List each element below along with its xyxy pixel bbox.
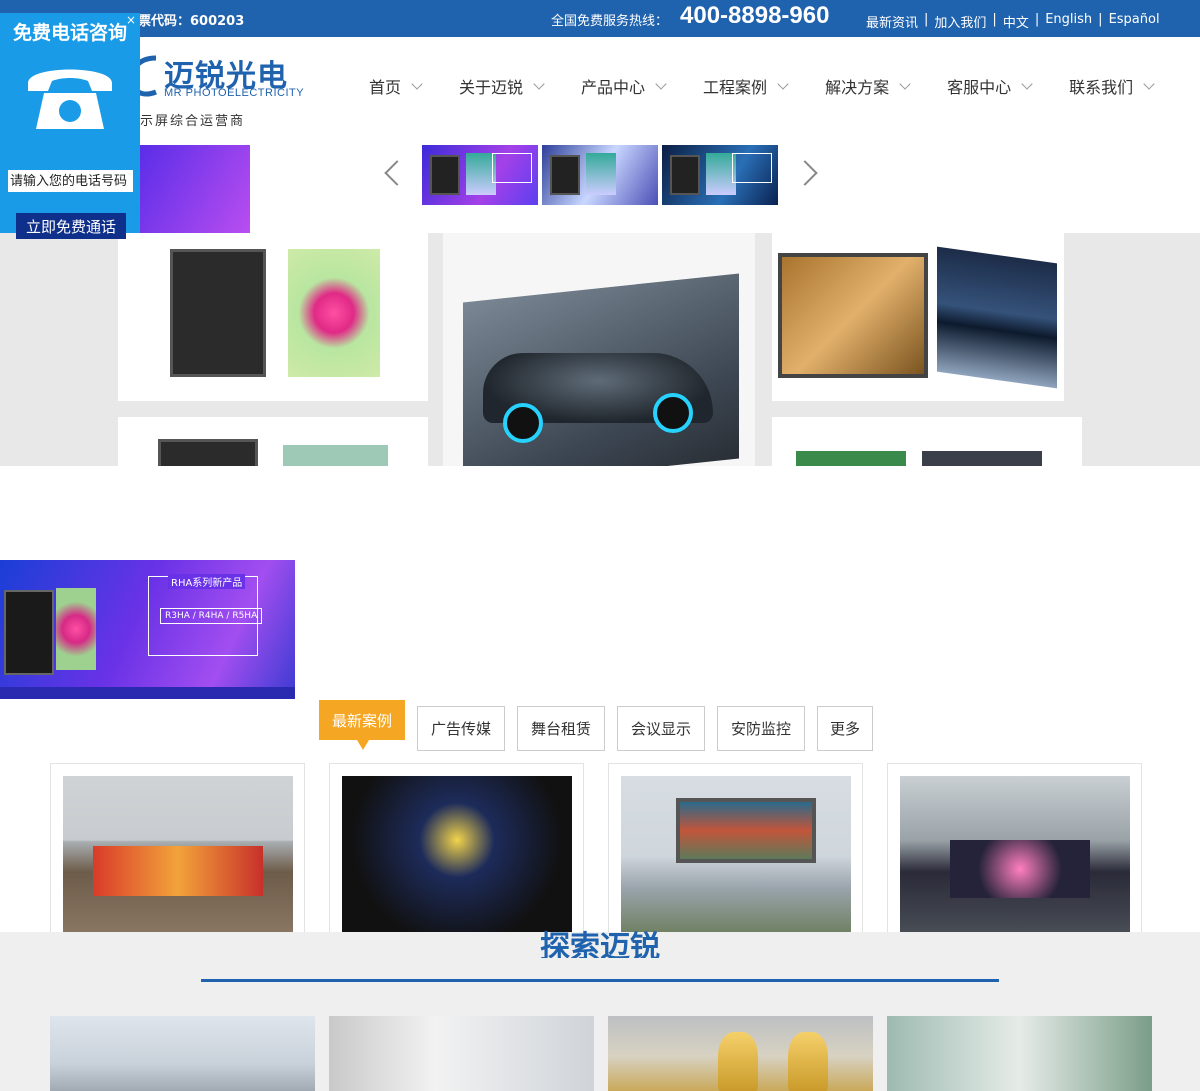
- product-card[interactable]: [772, 233, 1064, 401]
- top-bar: 票代码：600203 全国免费服务热线： 400-8898-960 最新资讯 | …: [0, 0, 1200, 37]
- case-card[interactable]: [887, 763, 1142, 933]
- nav-contact[interactable]: 联系我们: [1069, 74, 1155, 98]
- nav-home[interactable]: 首页: [369, 74, 423, 98]
- nav-solutions[interactable]: 解决方案: [825, 74, 911, 98]
- banner-thumbnail-partial[interactable]: [140, 145, 250, 233]
- nav-products[interactable]: 产品中心: [581, 74, 667, 98]
- link-spanish[interactable]: Español: [1109, 12, 1160, 31]
- hotline-label: 全国免费服务热线：: [551, 14, 669, 29]
- top-links: 最新资讯 | 加入我们 | 中文 | English | Español: [866, 12, 1160, 31]
- banner-models: R3HA / R4HA / R5HA: [160, 608, 263, 624]
- call-widget: 免费电话咨询 × 立即免费通话: [0, 13, 140, 239]
- trophy-icon: [718, 1032, 758, 1091]
- chevron-down-icon: [899, 77, 911, 90]
- product-card[interactable]: [772, 417, 1082, 466]
- chevron-down-icon: [655, 77, 667, 90]
- case-image: [621, 776, 851, 932]
- case-card[interactable]: [329, 763, 584, 933]
- link-join[interactable]: 加入我们: [934, 12, 986, 31]
- close-icon[interactable]: ×: [126, 13, 136, 27]
- case-card[interactable]: [50, 763, 305, 933]
- link-news[interactable]: 最新资讯: [866, 12, 918, 31]
- banner-title: RHA系列新产品: [168, 574, 246, 589]
- carousel-thumb[interactable]: [662, 145, 778, 205]
- case-image: [900, 776, 1130, 932]
- chevron-left-icon[interactable]: [384, 158, 402, 188]
- tagline: 示屏综合运营商: [140, 114, 246, 129]
- stock-code: 票代码：600203: [138, 14, 245, 29]
- hero-products: [0, 233, 1200, 466]
- tab-security[interactable]: 安防监控: [717, 706, 805, 751]
- led-cabinet-image: [4, 590, 54, 675]
- logo-subtext: MR PHOTOELECTRICITY: [164, 87, 305, 99]
- product-card[interactable]: [118, 417, 428, 466]
- trophy-icon: [788, 1032, 828, 1091]
- tab-conference[interactable]: 会议显示: [617, 706, 705, 751]
- tab-stage-rental[interactable]: 舞台租赁: [517, 706, 605, 751]
- chevron-down-icon: [777, 77, 789, 90]
- nav-about[interactable]: 关于迈锐: [459, 74, 545, 98]
- divider: [201, 979, 999, 982]
- explore-image-factory[interactable]: [887, 1016, 1152, 1091]
- promo-banner[interactable]: RHA系列新产品 R3HA / R4HA / R5HA: [0, 560, 295, 699]
- telephone-icon: [28, 69, 112, 129]
- tab-more[interactable]: 更多: [817, 706, 873, 751]
- chevron-down-icon: [533, 77, 545, 90]
- explore-image-trophies[interactable]: [608, 1016, 873, 1091]
- explore-image-lobby[interactable]: [329, 1016, 594, 1091]
- free-call-button[interactable]: 立即免费通话: [16, 213, 126, 239]
- tab-advertising[interactable]: 广告传媒: [417, 706, 505, 751]
- call-widget-title: 免费电话咨询: [12, 22, 127, 44]
- explore-image-building[interactable]: [50, 1016, 315, 1091]
- flower-screen-image: [56, 588, 96, 670]
- landscape-screen-image: [937, 246, 1057, 389]
- carousel-thumb[interactable]: [422, 145, 538, 205]
- product-card[interactable]: [118, 233, 428, 401]
- case-image: [63, 776, 293, 932]
- chevron-down-icon: [411, 77, 423, 90]
- chevron-right-icon[interactable]: [800, 158, 818, 188]
- explore-title: 探索迈锐: [540, 930, 660, 958]
- product-card[interactable]: [443, 233, 755, 466]
- link-english[interactable]: English: [1045, 12, 1092, 31]
- nav-service[interactable]: 客服中心: [947, 74, 1033, 98]
- chevron-down-icon: [1021, 77, 1033, 90]
- link-chinese[interactable]: 中文: [1003, 12, 1029, 31]
- phone-number-input[interactable]: [8, 170, 133, 192]
- hotline-number: 400-8898-960: [680, 2, 830, 29]
- main-nav: 首页 关于迈锐 产品中心 工程案例 解决方案 客服中心 联系我们: [369, 74, 1155, 98]
- nav-cases[interactable]: 工程案例: [703, 74, 789, 98]
- carousel-thumb[interactable]: [542, 145, 658, 205]
- case-image: [342, 776, 572, 932]
- chevron-down-icon: [1143, 77, 1155, 90]
- led-cabinet-image: [170, 249, 266, 377]
- tab-latest-cases[interactable]: 最新案例: [319, 700, 405, 750]
- flower-screen-image: [288, 249, 380, 377]
- led-cabinet-image: [778, 253, 928, 378]
- case-card[interactable]: [608, 763, 863, 933]
